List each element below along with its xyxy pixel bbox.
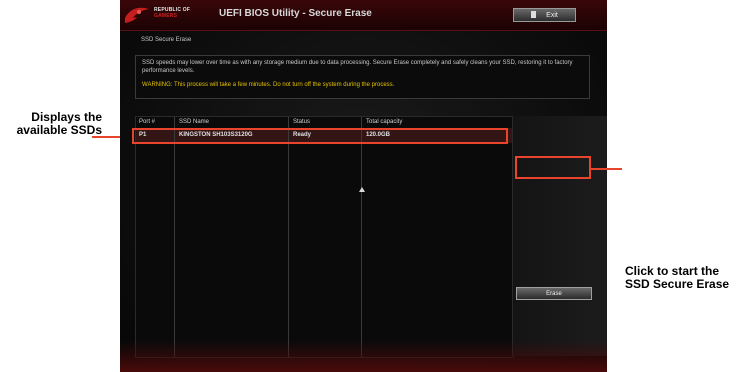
right-panel (512, 116, 607, 356)
info-description: SSD speeds may lower over time as with a… (142, 60, 573, 74)
header-total-capacity: Total capacity (366, 119, 403, 125)
info-panel: SSD speeds may lower over time as with a… (135, 55, 590, 99)
ssd-table: Port # SSD Name Status Total capacity P1… (135, 116, 514, 358)
column-divider (288, 117, 289, 357)
callout-available-ssds: Displays the available SSDs (16, 110, 102, 137)
brand-text: REPUBLIC OF GAMERS (154, 7, 190, 19)
callout-start-secure-erase: Click to start the SSD Secure Erase (625, 264, 730, 291)
breadcrumb: SSD Secure Erase (141, 37, 192, 43)
page-title: UEFI BIOS Utility - Secure Erase (219, 8, 372, 19)
bottom-glow (120, 340, 607, 372)
callout-leader-right (591, 168, 622, 170)
erase-button[interactable]: Erase (516, 287, 592, 300)
header-port: Port # (139, 119, 156, 125)
bios-screen: REPUBLIC OF GAMERS UEFI BIOS Utility - S… (120, 0, 607, 372)
column-divider (174, 117, 175, 357)
exit-button[interactable]: Exit (513, 8, 576, 22)
header-status: Status (293, 119, 311, 125)
column-divider (361, 117, 362, 357)
brand-line2: GAMERS (154, 13, 178, 19)
exit-label: Exit (546, 12, 558, 19)
header-bar: REPUBLIC OF GAMERS UEFI BIOS Utility - S… (120, 0, 607, 31)
rog-logo-icon (125, 7, 149, 23)
mouse-cursor-icon (359, 187, 365, 192)
highlight-box-ssd-row (132, 128, 508, 144)
header-ssd-name: SSD Name (179, 119, 210, 125)
highlight-box-erase-area (515, 156, 591, 179)
warning-text: WARNING: This process will take a few mi… (142, 82, 395, 88)
exit-icon (531, 11, 537, 18)
